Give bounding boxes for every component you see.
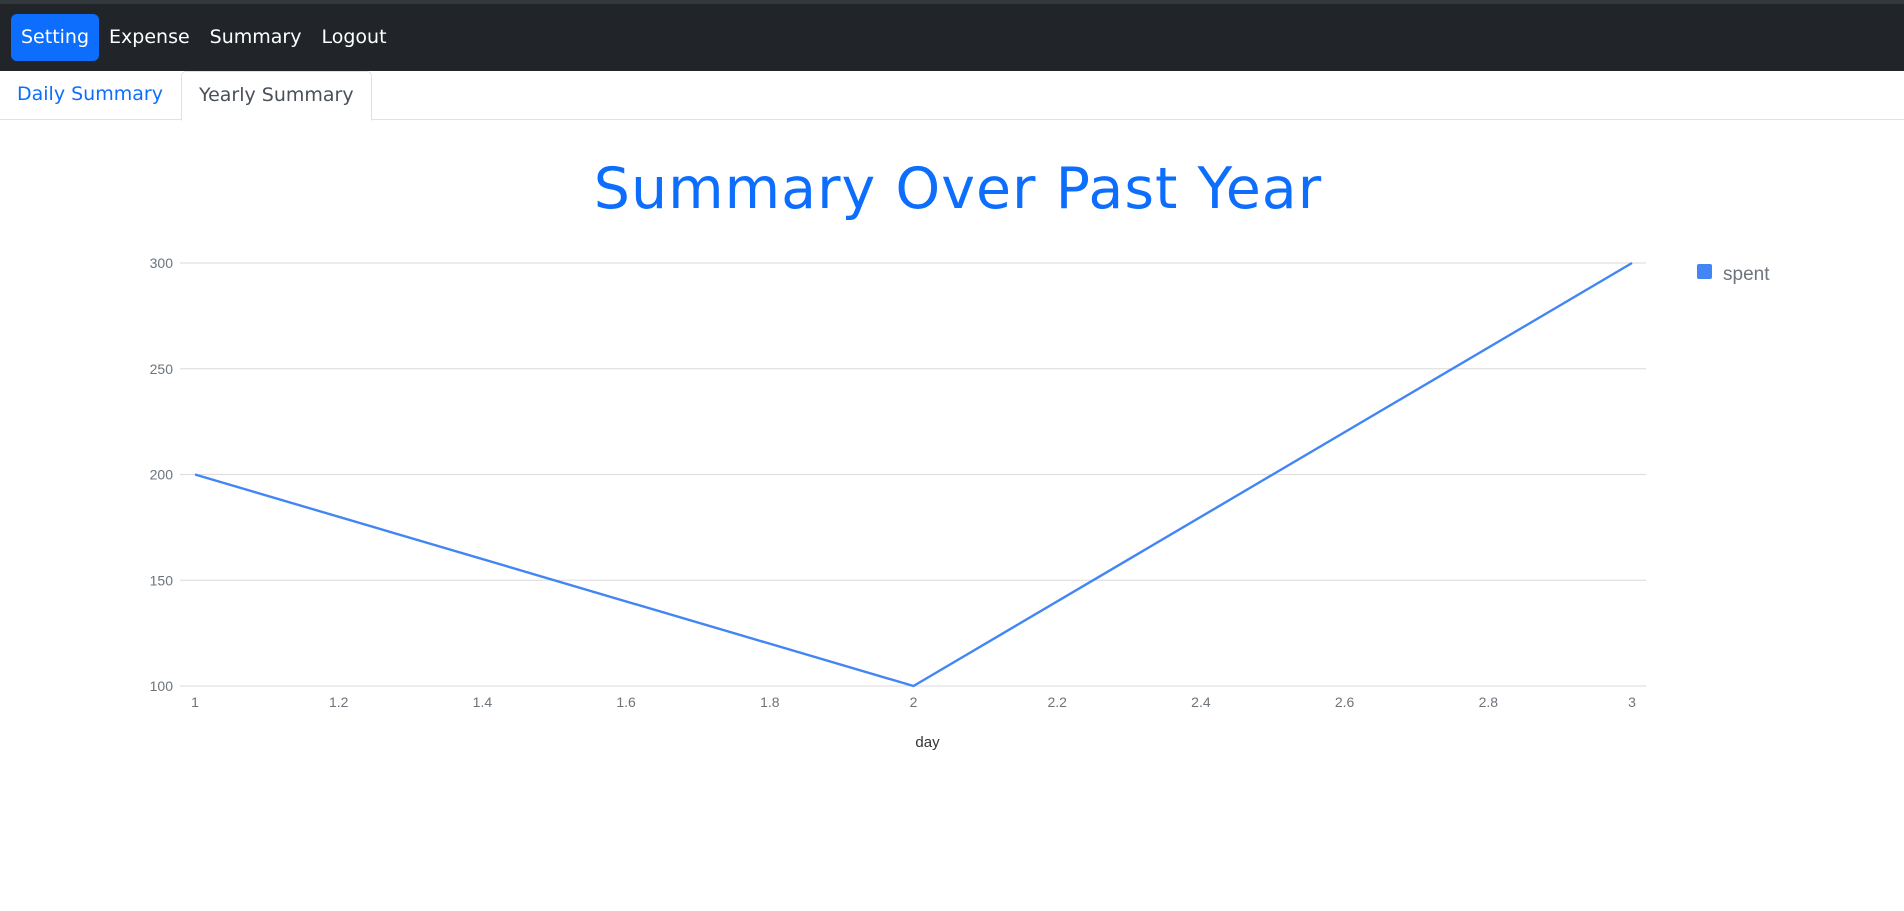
x-tick-label: 2.2 <box>1047 694 1067 710</box>
x-tick-label: 3 <box>1628 694 1636 710</box>
legend: spent <box>1697 264 1770 285</box>
nav-expense[interactable]: Expense <box>99 14 200 61</box>
nav-logout[interactable]: Logout <box>312 14 397 61</box>
legend-label: spent <box>1723 264 1770 285</box>
nav-summary[interactable]: Summary <box>200 14 312 61</box>
line-chart: 100 150 200 250 300 1 1.2 1.4 1.6 1.8 2 2.2 2.4 2.6 2… <box>150 255 1771 751</box>
y-tick-label: 250 <box>150 361 174 377</box>
y-tick-label: 150 <box>150 572 174 588</box>
y-tick-label: 100 <box>150 678 174 694</box>
chart-title: Summary Over Past Year <box>593 156 1323 222</box>
y-axis-ticks: 100 150 200 250 300 <box>150 255 174 694</box>
x-tick-label: 1.4 <box>473 694 493 710</box>
x-tick-label: 1 <box>191 694 199 710</box>
x-tick-label: 2.4 <box>1191 694 1211 710</box>
x-tick-label: 1.8 <box>760 694 780 710</box>
x-tick-label: 2 <box>910 694 918 710</box>
legend-swatch <box>1697 264 1712 279</box>
chart-container: 100 150 200 250 300 1 1.2 1.4 1.6 1.8 2 2.2 2.4 2.6 2… <box>0 120 1904 911</box>
y-tick-label: 300 <box>150 255 174 271</box>
x-tick-label: 2.6 <box>1335 694 1355 710</box>
y-tick-label: 200 <box>150 467 174 483</box>
main-nav: Setting Expense Summary Logout <box>11 14 397 61</box>
nav-setting[interactable]: Setting <box>11 14 100 61</box>
x-tick-label: 2.8 <box>1479 694 1499 710</box>
tab-daily-summary[interactable]: Daily Summary <box>0 71 180 120</box>
gridlines <box>180 262 1646 687</box>
x-tick-label: 1.6 <box>616 694 636 710</box>
top-navbar: Setting Expense Summary Logout <box>0 0 1904 71</box>
x-tick-label: 1.2 <box>329 694 349 710</box>
summary-tabs: Daily Summary Yearly Summary <box>0 71 1904 121</box>
x-axis-ticks: 1 1.2 1.4 1.6 1.8 2 2.2 2.4 2.6 2.8 3 <box>191 694 1636 710</box>
tab-yearly-summary[interactable]: Yearly Summary <box>181 71 372 121</box>
x-axis-label: day <box>915 734 940 751</box>
